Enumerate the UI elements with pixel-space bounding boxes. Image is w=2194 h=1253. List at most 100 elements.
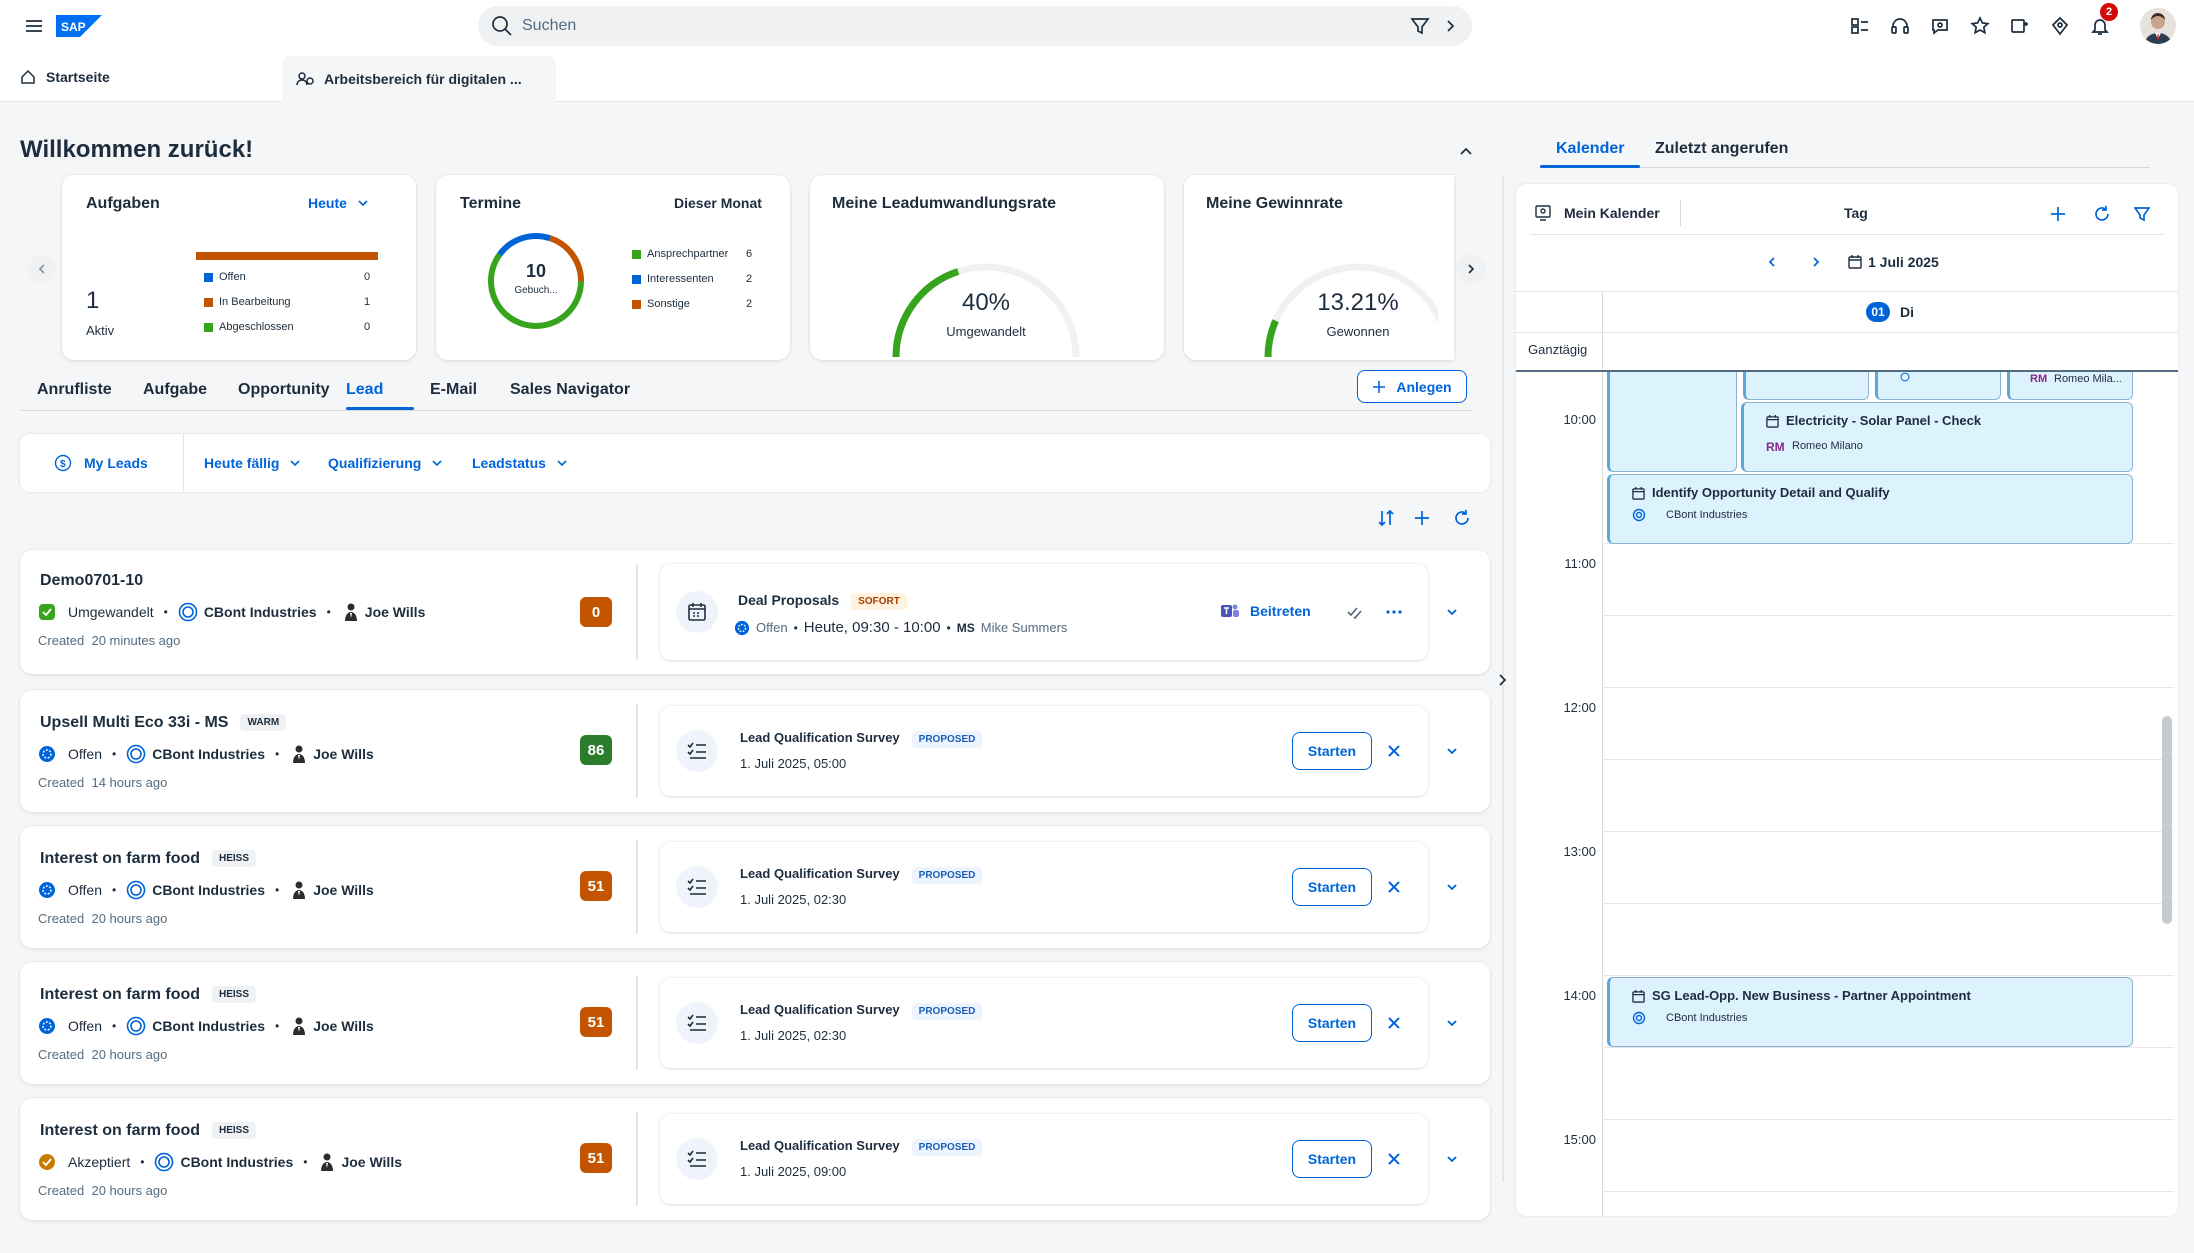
- date-picker[interactable]: 1 Juli 2025: [1848, 254, 1939, 270]
- start-button[interactable]: Starten: [1292, 1140, 1372, 1178]
- calendar-scrollbar[interactable]: [2162, 716, 2172, 924]
- win-rate-card[interactable]: Meine Gewinnrate 13.21% Gewonnen: [1184, 175, 1454, 360]
- prev-day-icon[interactable]: [1760, 250, 1784, 274]
- tab-kalender[interactable]: Kalender: [1556, 130, 1624, 168]
- refresh-icon[interactable]: [1450, 506, 1474, 530]
- next-activity-card[interactable]: Deal Proposals SOFORT Offen • Heute, 09:30…: [660, 564, 1428, 660]
- dismiss-icon[interactable]: [1382, 1147, 1406, 1171]
- carousel-prev-button[interactable]: [28, 255, 56, 283]
- sort-icon[interactable]: [1374, 506, 1398, 530]
- lead-title[interactable]: Interest on farm food HEISS: [40, 850, 257, 868]
- pin-icon[interactable]: [2048, 14, 2072, 38]
- menu-icon[interactable]: [22, 14, 46, 38]
- lead-card[interactable]: Interest on farm food HEISS Offen • CBont…: [20, 962, 1490, 1084]
- lead-card[interactable]: Upsell Multi Eco 33i - MS WARM Offen • CB…: [20, 690, 1490, 812]
- panel-expand-icon[interactable]: [1490, 668, 1514, 692]
- headset-icon[interactable]: [1888, 14, 1912, 38]
- filter-lead-status[interactable]: Leadstatus: [472, 434, 568, 492]
- lead-title[interactable]: Upsell Multi Eco 33i - MS WARM: [40, 714, 287, 732]
- tab-arbeitsbereich[interactable]: Arbeitsbereich für digitalen ...: [282, 56, 556, 102]
- expand-chevron-icon[interactable]: [1440, 1011, 1464, 1035]
- account-link[interactable]: CBont Industries: [152, 882, 265, 898]
- add-event-icon[interactable]: [2046, 202, 2070, 226]
- filter-icon[interactable]: [1408, 14, 1432, 38]
- expand-chevron-icon[interactable]: [1440, 1147, 1464, 1171]
- next-activity-card[interactable]: Lead Qualification Survey PROPOSED 1. Juli…: [660, 978, 1428, 1068]
- filter-icon[interactable]: [2130, 202, 2154, 226]
- account-link[interactable]: CBont Industries: [152, 1018, 265, 1034]
- account-link[interactable]: CBont Industries: [152, 746, 265, 762]
- tab-aufgabe[interactable]: Aufgabe: [143, 371, 207, 409]
- tab-opportunity[interactable]: Opportunity: [238, 371, 330, 409]
- period-selector[interactable]: Heute: [308, 195, 369, 211]
- tab-startseite[interactable]: Startseite: [20, 52, 110, 102]
- tab-zuletzt-angerufen[interactable]: Zuletzt angerufen: [1655, 130, 1788, 168]
- owner-link[interactable]: Joe Wills: [341, 1154, 402, 1170]
- lead-title[interactable]: Interest on farm food HEISS: [40, 1122, 257, 1140]
- next-activity-card[interactable]: Lead Qualification Survey PROPOSED 1. Juli…: [660, 706, 1428, 796]
- more-icon[interactable]: [1382, 600, 1406, 624]
- owner-link[interactable]: Joe Wills: [313, 882, 374, 898]
- activity-title[interactable]: Lead Qualification Survey PROPOSED: [740, 730, 983, 748]
- filter-due-today[interactable]: Heute fällig: [204, 434, 301, 492]
- tab-anrufliste[interactable]: Anrufliste: [37, 371, 112, 409]
- expand-chevron-icon[interactable]: [1440, 739, 1464, 763]
- owner-link[interactable]: Joe Wills: [365, 604, 426, 620]
- join-button[interactable]: Beitreten: [1220, 602, 1311, 620]
- lead-title[interactable]: Demo0701-10: [40, 572, 143, 590]
- check-icon[interactable]: [1342, 600, 1366, 624]
- chevron-right-icon[interactable]: [1438, 14, 1462, 38]
- activity-title[interactable]: Deal Proposals SOFORT: [738, 592, 907, 610]
- lead-card[interactable]: Interest on farm food HEISS Akzeptiert • …: [20, 1098, 1490, 1220]
- activity-title[interactable]: Lead Qualification Survey PROPOSED: [740, 1002, 983, 1020]
- tab-sales-navigator[interactable]: Sales Navigator: [510, 371, 630, 409]
- chat-icon[interactable]: [1928, 14, 1952, 38]
- lead-card[interactable]: Interest on farm food HEISS Offen • CBont…: [20, 826, 1490, 948]
- calendar-event[interactable]: [1743, 372, 1869, 400]
- calendar-event[interactable]: RM Romeo Mila...: [2007, 372, 2133, 400]
- view-selector[interactable]: Tag: [1844, 205, 1868, 221]
- collapse-chevron-icon[interactable]: [1454, 140, 1478, 164]
- expand-chevron-icon[interactable]: [1440, 875, 1464, 899]
- lead-title[interactable]: Interest on farm food HEISS: [40, 986, 257, 1004]
- next-activity-card[interactable]: Lead Qualification Survey PROPOSED 1. Juli…: [660, 1114, 1428, 1204]
- owner-link[interactable]: Joe Wills: [313, 1018, 374, 1034]
- start-button[interactable]: Starten: [1292, 732, 1372, 770]
- calendar-event-identify-opportunity[interactable]: Identify Opportunity Detail and Qualify …: [1607, 474, 2133, 544]
- lead-card[interactable]: Demo0701-10 Umgewandelt • CBont Industri…: [20, 550, 1490, 674]
- activity-title[interactable]: Lead Qualification Survey PROPOSED: [740, 1138, 983, 1156]
- refresh-icon[interactable]: [2090, 202, 2114, 226]
- tasks-icon[interactable]: [1848, 14, 1872, 38]
- owner-link[interactable]: Joe Wills: [313, 746, 374, 762]
- account-link[interactable]: CBont Industries: [180, 1154, 293, 1170]
- add-icon[interactable]: [1410, 506, 1434, 530]
- next-activity-card[interactable]: Lead Qualification Survey PROPOSED 1. Juli…: [660, 842, 1428, 932]
- avatar[interactable]: [2140, 8, 2176, 44]
- tab-lead[interactable]: Lead: [346, 371, 383, 409]
- dismiss-icon[interactable]: [1382, 1011, 1406, 1035]
- appointments-card[interactable]: Termine Dieser Monat 10 Gebuch... Anspre…: [436, 175, 790, 360]
- star-icon[interactable]: [1968, 14, 1992, 38]
- activity-title[interactable]: Lead Qualification Survey PROPOSED: [740, 866, 983, 884]
- dismiss-icon[interactable]: [1382, 739, 1406, 763]
- create-button[interactable]: Anlegen: [1357, 370, 1467, 403]
- account-link[interactable]: CBont Industries: [204, 604, 317, 620]
- sap-logo[interactable]: SAP: [56, 15, 102, 37]
- my-leads-filter[interactable]: $ My Leads: [54, 434, 148, 492]
- calendar-event[interactable]: [1875, 372, 2001, 400]
- next-day-icon[interactable]: [1804, 250, 1828, 274]
- calendar-event[interactable]: [1607, 372, 1737, 472]
- tasks-card[interactable]: Aufgaben Heute 1 Aktiv Offen 0 In Bearbe…: [62, 175, 416, 360]
- share-icon[interactable]: [2008, 14, 2032, 38]
- carousel-next-button[interactable]: [1456, 254, 1486, 284]
- filter-qualification[interactable]: Qualifizierung: [328, 434, 443, 492]
- calendar-event-solar-panel[interactable]: Electricity - Solar Panel - Check RM Rom…: [1741, 402, 2133, 472]
- dismiss-icon[interactable]: [1382, 875, 1406, 899]
- expand-chevron-icon[interactable]: [1440, 600, 1464, 624]
- lead-conversion-card[interactable]: Meine Leadumwandlungsrate 40% Umgewandel…: [810, 175, 1164, 360]
- start-button[interactable]: Starten: [1292, 868, 1372, 906]
- calendar-event-partner-appointment[interactable]: SG Lead-Opp. New Business - Partner Appo…: [1607, 977, 2133, 1047]
- search-field[interactable]: Suchen: [478, 6, 1472, 46]
- start-button[interactable]: Starten: [1292, 1004, 1372, 1042]
- tab-email[interactable]: E-Mail: [430, 371, 477, 409]
